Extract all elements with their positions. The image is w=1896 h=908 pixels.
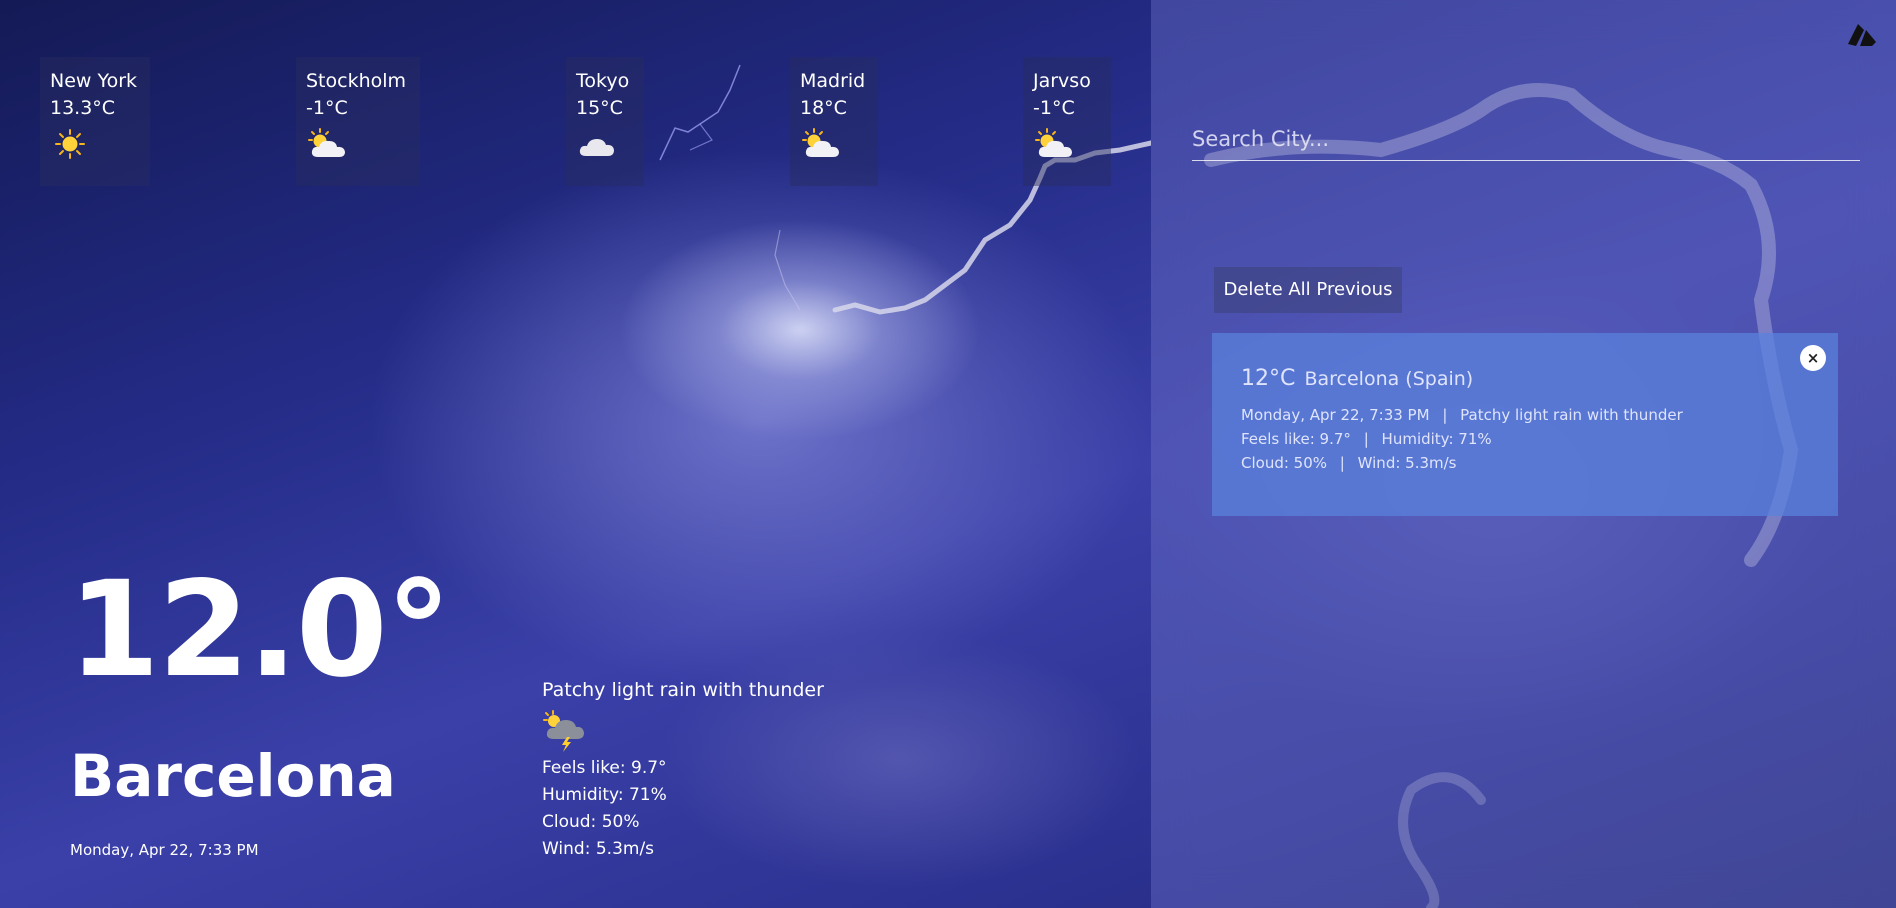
partly-cloudy-icon <box>306 127 410 161</box>
history-item-humidity: Humidity: 71% <box>1381 430 1492 448</box>
history-item-feels-like: Feels like: 9.7° <box>1241 430 1351 448</box>
search-input[interactable] <box>1192 118 1860 161</box>
city-temp: 13.3°C <box>50 97 116 119</box>
history-item-temp: 12°C <box>1241 366 1296 391</box>
city-name: Jarvso <box>1033 70 1091 92</box>
current-city-name: Barcelona <box>70 742 396 810</box>
current-datetime: Monday, Apr 22, 7:33 PM <box>70 841 259 859</box>
city-name: Stockholm <box>306 70 407 92</box>
city-card-stockholm[interactable]: Stockholm -1°C <box>296 57 420 186</box>
city-temp: -1°C <box>306 97 348 119</box>
city-card-tokyo[interactable]: Tokyo 15°C <box>566 57 644 186</box>
city-name: Tokyo <box>576 70 630 92</box>
history-item-condition: Patchy light rain with thunder <box>1460 406 1683 424</box>
current-humidity: Humidity: 71% <box>542 785 667 805</box>
current-wind: Wind: 5.3m/s <box>542 839 655 859</box>
city-temp: -1°C <box>1033 97 1075 119</box>
close-icon[interactable]: × <box>1800 345 1826 371</box>
city-temp: 18°C <box>800 97 847 119</box>
delete-all-previous-button[interactable]: Delete All Previous <box>1214 267 1402 313</box>
city-card-madrid[interactable]: Madrid 18°C <box>790 57 878 186</box>
city-name: Madrid <box>800 70 866 92</box>
cloud-icon <box>576 127 634 161</box>
history-item[interactable]: × 12°C Barcelona (Spain) Monday, Apr 22,… <box>1212 333 1838 516</box>
city-card-jarvso[interactable]: Jarvso -1°C <box>1023 57 1111 186</box>
history-item-wind: Wind: 5.3m/s <box>1357 454 1457 472</box>
current-temperature: 12.0° <box>68 553 452 707</box>
thunder-rain-icon <box>542 708 824 752</box>
partly-cloudy-icon <box>800 127 868 161</box>
history-item-line: Feels like: 9.7° | Humidity: 71% <box>1241 427 1838 451</box>
separator: | <box>1339 454 1345 472</box>
history-item-city: Barcelona (Spain) <box>1304 368 1474 390</box>
history-item-line: Cloud: 50% | Wind: 5.3m/s <box>1241 451 1838 475</box>
partly-cloudy-icon <box>1033 127 1101 161</box>
separator: | <box>1442 406 1448 424</box>
sun-icon <box>50 127 140 161</box>
city-name: New York <box>50 70 138 92</box>
weather-app: New York 13.3°C Stockholm -1°C Tokyo 15°… <box>0 0 1896 908</box>
current-condition: Patchy light rain with thunder <box>542 679 824 701</box>
current-feels-like: Feels like: 9.7° <box>542 758 667 778</box>
history-item-title: 12°C Barcelona (Spain) <box>1241 366 1838 391</box>
city-temp: 15°C <box>576 97 623 119</box>
history-item-datetime: Monday, Apr 22, 7:33 PM <box>1241 406 1430 424</box>
current-cloud: Cloud: 50% <box>542 812 640 832</box>
separator: | <box>1363 430 1369 448</box>
city-card-new-york[interactable]: New York 13.3°C <box>40 57 150 186</box>
history-item-cloud: Cloud: 50% <box>1241 454 1328 472</box>
app-logo-icon[interactable] <box>1846 20 1878 48</box>
history-item-line: Monday, Apr 22, 7:33 PM | Patchy light r… <box>1241 403 1838 427</box>
current-details: Patchy light rain with thunder Feels lik… <box>542 677 824 863</box>
